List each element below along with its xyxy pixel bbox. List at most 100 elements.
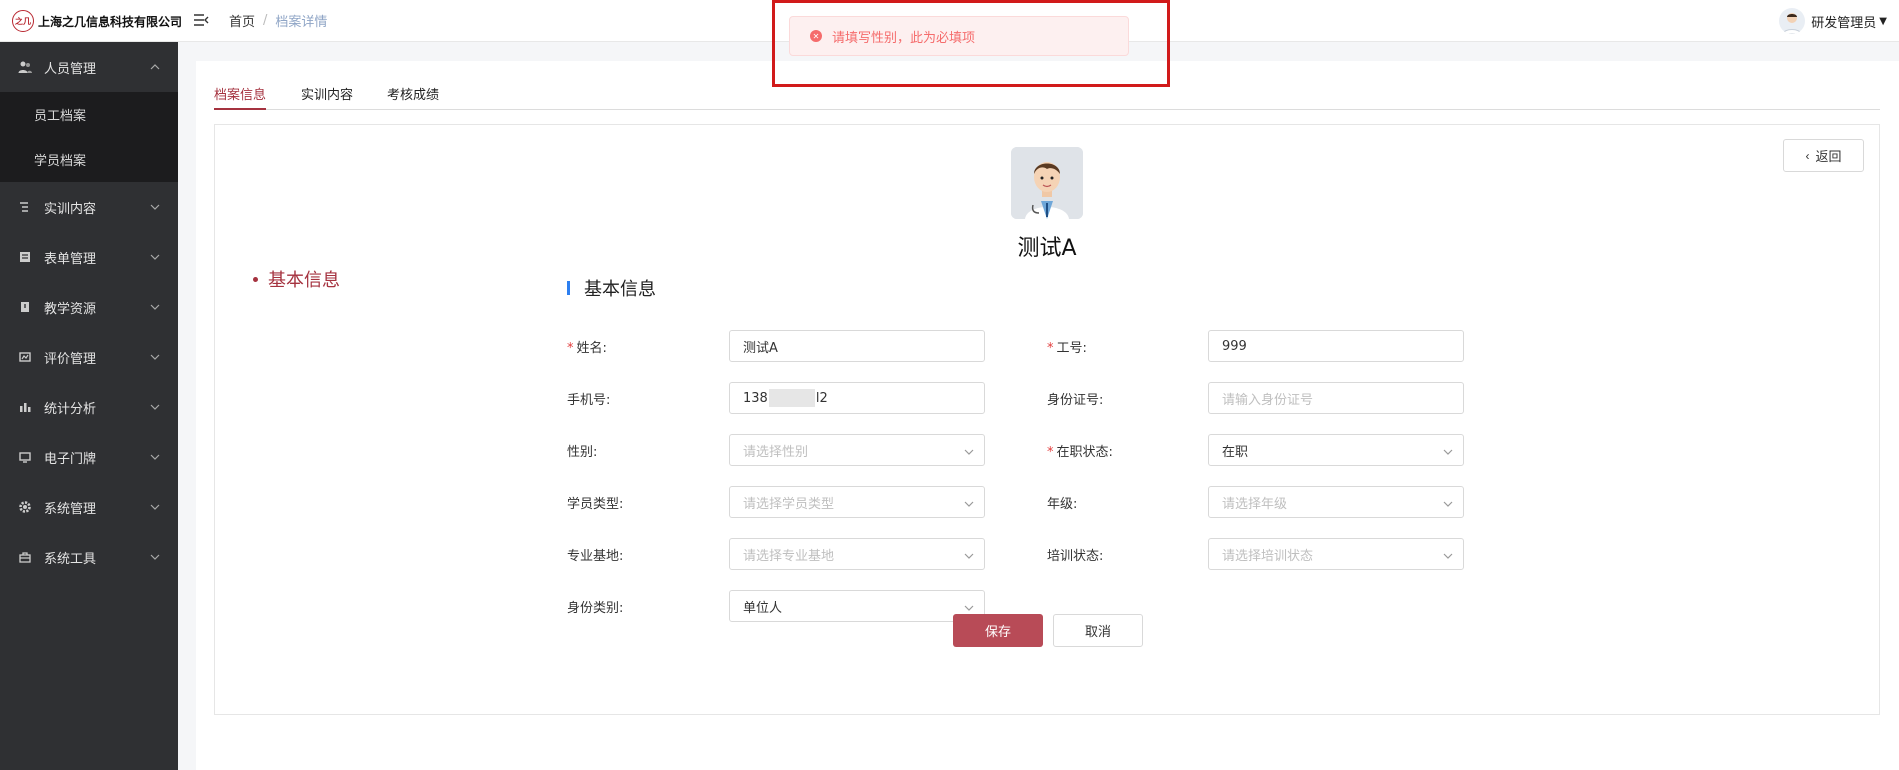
sidebar-item-personnel[interactable]: 人员管理 bbox=[0, 42, 178, 92]
name-input[interactable]: 测试A bbox=[729, 330, 985, 362]
gear-icon bbox=[18, 500, 32, 514]
error-toast: ✕ 请填写性别，此为必填项 bbox=[789, 16, 1129, 56]
chevron-down-icon bbox=[150, 551, 160, 561]
sidebar-item-label: 系统管理 bbox=[44, 501, 97, 517]
chevron-down-icon bbox=[1443, 498, 1453, 508]
toolbox-icon bbox=[18, 550, 32, 564]
sidebar-item-evaluation[interactable]: 评价管理 bbox=[0, 332, 178, 382]
sidebar-item-student-archive[interactable]: 学员档案 bbox=[0, 137, 178, 182]
profile-name: 测试A bbox=[1017, 236, 1077, 261]
caret-down-icon[interactable]: ▼ bbox=[1879, 16, 1887, 27]
cancel-button[interactable]: 取消 bbox=[1053, 614, 1143, 647]
breadcrumb-home[interactable]: 首页 bbox=[229, 11, 255, 30]
chevron-down-icon bbox=[1443, 550, 1453, 560]
base-label: 专业基地: bbox=[567, 549, 624, 564]
sidebar-item-system[interactable]: 系统管理 bbox=[0, 482, 178, 532]
archive-card: ‹ 返回 测试A 基本信息 基本信息 * 姓名: 测试A * 工号: 999 手… bbox=[214, 124, 1880, 715]
anchor-dot bbox=[253, 276, 258, 282]
chevron-down-icon bbox=[1443, 446, 1453, 456]
id-card-input[interactable]: 请输入身份证号 bbox=[1208, 382, 1464, 414]
base-select[interactable]: 请选择专业基地 bbox=[729, 538, 985, 570]
chevron-down-icon bbox=[150, 301, 160, 311]
tab-archive-info[interactable]: 档案信息 bbox=[214, 84, 267, 110]
tab-assessment-scores[interactable]: 考核成绩 bbox=[387, 84, 439, 110]
chevron-down-icon bbox=[964, 602, 974, 612]
rating-icon bbox=[18, 350, 32, 364]
section-title: 基本信息 bbox=[567, 275, 656, 301]
monitor-icon bbox=[18, 450, 32, 464]
sidebar-item-label: 教学资源 bbox=[44, 301, 97, 317]
grade-select[interactable]: 请选择年级 bbox=[1208, 486, 1464, 518]
chevron-up-icon bbox=[150, 61, 160, 71]
name-label: * 姓名: bbox=[567, 341, 607, 356]
main-content: 档案信息 实训内容 考核成绩 ‹ 返回 测试A 基本信息 基本信息 * 姓名: … bbox=[196, 61, 1899, 770]
identity-select[interactable]: 单位人 bbox=[729, 590, 985, 622]
section-bar bbox=[567, 281, 570, 295]
employment-select[interactable]: 在职 bbox=[1208, 434, 1464, 466]
submenu-personnel: 员工档案 学员档案 bbox=[0, 92, 178, 182]
sidebar-item-label: 电子门牌 bbox=[44, 451, 97, 467]
gender-select[interactable]: 请选择性别 bbox=[729, 434, 985, 466]
student-type-select[interactable]: 请选择学员类型 bbox=[729, 486, 985, 518]
phone-input[interactable]: 138 l2 bbox=[729, 382, 985, 414]
chevron-down-icon bbox=[150, 351, 160, 361]
breadcrumb-separator: / bbox=[263, 13, 268, 28]
sidebar-item-doorplate[interactable]: 电子门牌 bbox=[0, 432, 178, 482]
job-no-label: * 工号: bbox=[1047, 341, 1087, 356]
book-icon bbox=[18, 300, 32, 314]
chevron-down-icon bbox=[150, 401, 160, 411]
sidebar-item-label: 统计分析 bbox=[44, 401, 97, 417]
chevron-down-icon bbox=[150, 451, 160, 461]
tab-training-content[interactable]: 实训内容 bbox=[301, 84, 353, 110]
back-button-label: 返回 bbox=[1815, 149, 1842, 164]
training-status-select[interactable]: 请选择培训状态 bbox=[1208, 538, 1464, 570]
phone-label: 手机号: bbox=[567, 393, 611, 408]
job-no-input[interactable]: 999 bbox=[1208, 330, 1464, 362]
sidebar-item-statistics[interactable]: 统计分析 bbox=[0, 382, 178, 432]
sidebar-item-label: 人员管理 bbox=[44, 61, 97, 77]
brand-logo: 之几 bbox=[12, 10, 34, 32]
user-avatar[interactable] bbox=[1779, 8, 1806, 34]
anchor-basic-info[interactable]: 基本信息 bbox=[253, 266, 340, 292]
chevron-down-icon bbox=[964, 446, 974, 456]
section-title-text: 基本信息 bbox=[584, 279, 656, 300]
breadcrumb-current: 档案详情 bbox=[275, 15, 328, 30]
redaction-mask bbox=[768, 389, 815, 407]
save-button[interactable]: 保存 bbox=[953, 614, 1043, 647]
users-icon bbox=[18, 60, 32, 74]
sidebar: 人员管理 员工档案 学员档案 实训内容 表单管理 教学资源 评价管理 统计分析 … bbox=[0, 42, 178, 770]
brand[interactable]: 之几 上海之几信息科技有限公司 bbox=[12, 10, 182, 32]
anchor-label: 基本信息 bbox=[268, 270, 340, 291]
chevron-down-icon bbox=[964, 498, 974, 508]
sidebar-item-training[interactable]: 实训内容 bbox=[0, 182, 178, 232]
gender-label: 性别: bbox=[567, 445, 598, 460]
form-icon bbox=[18, 250, 32, 264]
student-type-label: 学员类型: bbox=[567, 497, 624, 512]
sidebar-item-label: 系统工具 bbox=[44, 551, 97, 567]
user-name[interactable]: 研发管理员 bbox=[1811, 12, 1876, 31]
chevron-down-icon bbox=[150, 201, 160, 211]
chevron-down-icon bbox=[150, 501, 160, 511]
sidebar-item-label: 评价管理 bbox=[44, 351, 97, 367]
user-menu[interactable]: 研发管理员 ▼ bbox=[1779, 7, 1887, 35]
toast-message: 请填写性别，此为必填项 bbox=[832, 30, 976, 46]
id-card-label: 身份证号: bbox=[1047, 393, 1104, 408]
bar-chart-icon bbox=[18, 400, 32, 414]
chevron-down-icon bbox=[964, 550, 974, 560]
sidebar-item-label: 实训内容 bbox=[44, 201, 97, 217]
menu-collapse-icon[interactable] bbox=[192, 11, 210, 29]
sidebar-item-employee-archive[interactable]: 员工档案 bbox=[0, 92, 178, 137]
chevron-down-icon bbox=[150, 251, 160, 261]
sidebar-item-forms[interactable]: 表单管理 bbox=[0, 232, 178, 282]
brand-name: 上海之几信息科技有限公司 bbox=[38, 14, 183, 29]
back-button[interactable]: ‹ 返回 bbox=[1783, 139, 1864, 172]
sidebar-item-tools[interactable]: 系统工具 bbox=[0, 532, 178, 582]
employment-label: * 在职状态: bbox=[1047, 445, 1113, 460]
sidebar-item-label: 表单管理 bbox=[44, 251, 97, 267]
training-status-label: 培训状态: bbox=[1047, 549, 1104, 564]
breadcrumb: 首页 / 档案详情 bbox=[229, 11, 327, 30]
list-icon bbox=[18, 200, 32, 214]
sidebar-item-resources[interactable]: 教学资源 bbox=[0, 282, 178, 332]
profile-avatar[interactable] bbox=[1011, 147, 1083, 219]
identity-label: 身份类别: bbox=[567, 601, 624, 616]
